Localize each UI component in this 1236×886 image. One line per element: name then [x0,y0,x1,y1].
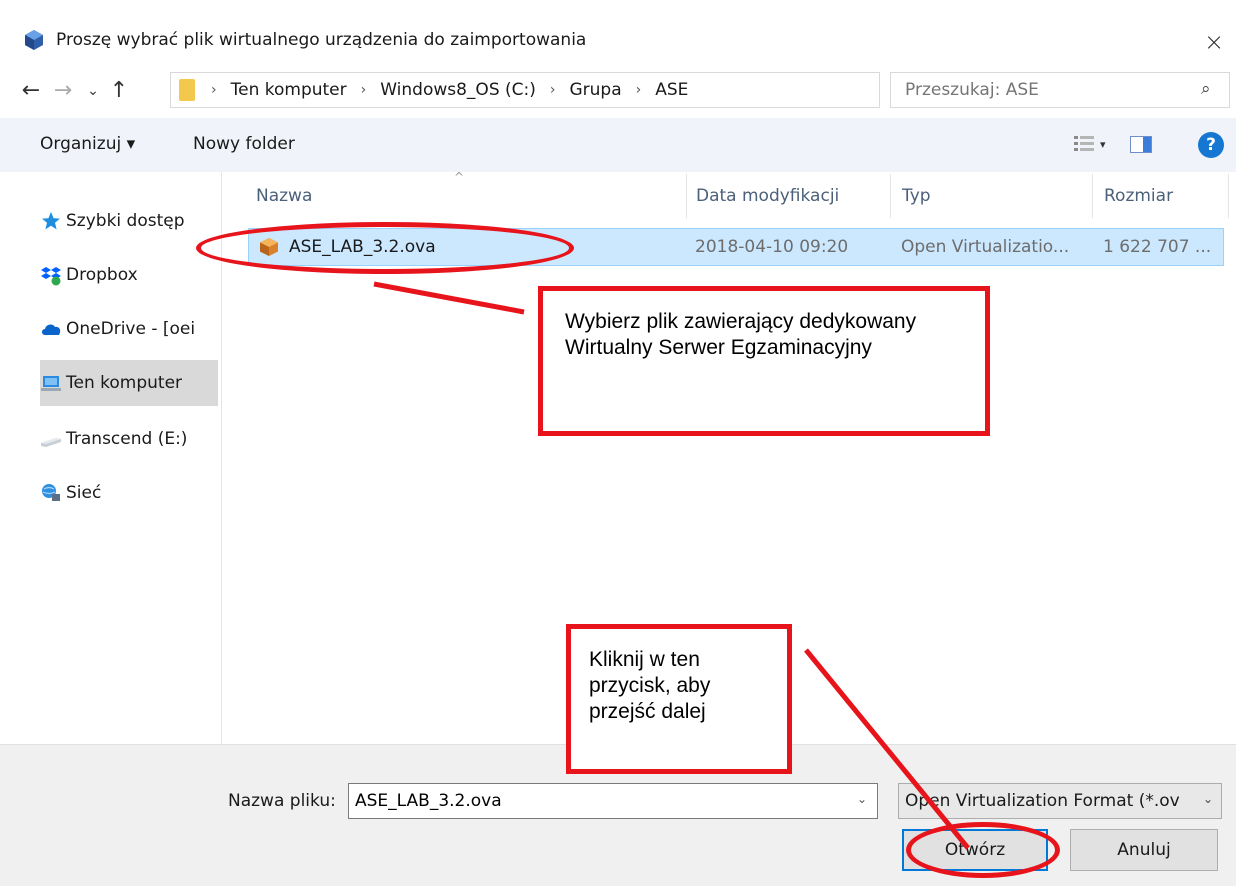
column-header-date[interactable]: Data modyfikacji [696,186,839,206]
sidebar-item-label: Transcend (E:) [66,429,188,449]
breadcrumb-item[interactable]: Grupa [569,80,621,100]
folder-icon [179,79,195,101]
annotation-text-select-file: Wybierz plik zawierający dedykowany Wirt… [565,310,917,359]
chevron-down-icon: ⌄ [1202,792,1213,806]
column-divider[interactable] [1092,174,1093,218]
up-button[interactable]: ↑ [106,78,132,104]
toolbar: Organizuj ▾ Nowy folder ▾ ? [0,118,1236,172]
cancel-button[interactable]: Anuluj [1070,829,1218,871]
sidebar-item-label: Sieć [66,483,102,503]
breadcrumb-separator: › [360,82,367,98]
sidebar-item-onedrive[interactable]: OneDrive - [oei [40,306,220,352]
help-icon[interactable]: ? [1198,132,1224,158]
sidebar-item-transcend[interactable]: Transcend (E:) [40,416,220,462]
new-folder-button[interactable]: Nowy folder [193,134,295,154]
filename-input[interactable] [355,791,835,811]
filename-label: Nazwa pliku: [228,791,336,811]
annotation-ellipse-file [196,222,574,274]
dialog-title: Proszę wybrać plik wirtualnego urządzeni… [56,30,587,50]
cloud-icon [42,324,61,335]
virtualbox-icon [25,30,43,50]
column-header-size[interactable]: Rozmiar [1104,186,1173,206]
annotation-callout-select-file: Wybierz plik zawierający dedykowany Wirt… [538,286,990,436]
search-box: ⌕ [890,72,1230,108]
file-open-dialog: Proszę wybrać plik wirtualnego urządzeni… [0,0,1236,886]
sort-indicator: ^ [454,170,465,184]
navigation-pane: Szybki dostęp Dropbox OneDrive - [oei Te… [0,172,222,744]
column-header-type[interactable]: Typ [902,186,931,206]
filename-field: ⌄ [348,783,878,819]
preview-pane-icon[interactable] [1130,136,1152,153]
breadcrumb-item[interactable]: Windows8_OS (C:) [380,80,536,100]
sidebar-item-label: Szybki dostęp [66,211,185,231]
sidebar-item-network[interactable]: Sieć [40,470,220,516]
sidebar-item-label: OneDrive - [oei [66,319,196,339]
breadcrumb-item[interactable]: Ten komputer [231,80,347,100]
computer-icon [41,376,61,391]
annotation-text-click-button: Kliknij w ten przycisk, aby przejść dale… [589,648,711,723]
dropbox-icon [41,267,61,286]
organize-button[interactable]: Organizuj ▾ [40,134,135,154]
search-icon[interactable]: ⌕ [1201,79,1211,99]
sidebar-item-label: Ten komputer [66,373,183,393]
sidebar-item-dropbox[interactable]: Dropbox [40,252,220,298]
breadcrumb-separator: › [635,82,642,98]
view-dropdown-caret[interactable]: ▾ [1100,138,1106,151]
column-divider[interactable] [1228,174,1229,218]
file-date: 2018-04-10 09:20 [695,237,849,257]
file-type: Open Virtualizatio... [901,237,1070,257]
star-icon [42,212,60,230]
column-header-name[interactable]: Nazwa [256,186,312,206]
column-divider[interactable] [890,174,891,218]
annotation-callout-click-button: Kliknij w ten przycisk, aby przejść dale… [566,624,792,774]
sidebar-item-this-pc[interactable]: Ten komputer [40,360,218,406]
recent-locations-button[interactable]: ⌄ [80,78,106,104]
annotation-ellipse-open-button [906,822,1060,878]
network-icon [42,484,60,501]
close-button[interactable]: × [1196,24,1232,60]
file-type-filter[interactable]: Open Virtualization Format (*.ov ⌄ [898,783,1222,819]
column-divider[interactable] [686,174,687,218]
view-options-icon[interactable] [1074,135,1094,153]
back-button[interactable]: ← [18,78,44,104]
chevron-down-icon[interactable]: ⌄ [857,792,867,806]
title-bar: Proszę wybrać plik wirtualnego urządzeni… [0,0,1236,82]
file-type-filter-value: Open Virtualization Format (*.ov [905,791,1180,811]
sidebar-item-quick-access[interactable]: Szybki dostęp [40,198,220,244]
breadcrumb-separator: › [211,82,217,98]
search-input[interactable] [905,80,1185,100]
breadcrumb-item[interactable]: ASE [655,80,688,100]
breadcrumb: › Ten komputer › Windows8_OS (C:) › Grup… [211,80,688,100]
file-size: 1 622 707 ... [1103,237,1212,257]
sidebar-item-label: Dropbox [66,265,138,285]
forward-button[interactable]: → [50,78,76,104]
address-bar[interactable]: › Ten komputer › Windows8_OS (C:) › Grup… [170,72,1045,108]
breadcrumb-separator: › [549,82,556,98]
drive-icon [41,438,61,447]
